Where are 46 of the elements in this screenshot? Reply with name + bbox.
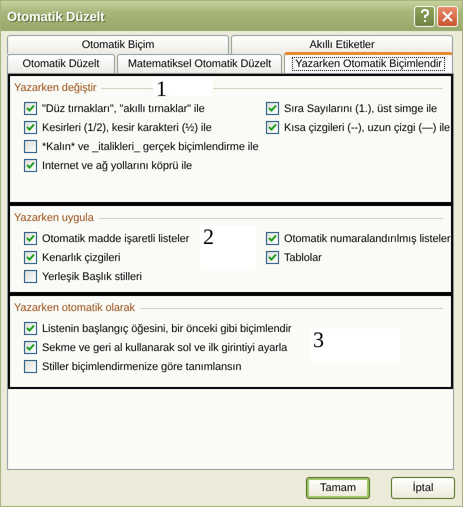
checkbox-label: "Düz tırnakları", "akıllı tırnaklar" ile — [42, 102, 205, 114]
tab[interactable]: Matematiksel Otomatik Düzelt — [116, 54, 282, 73]
checkbox-label: Internet ve ağ yollarını köprü ile — [42, 160, 192, 172]
checkbox-label: Kesirleri (1/2), kesir karakteri (½) ile — [42, 122, 212, 134]
close-icon — [442, 10, 453, 22]
checkbox-label: Kenarlık çizgileri — [42, 252, 120, 264]
checkbox-label: Sekme ve geri al kullanarak sol ve ilk girintiyi ayarla — [42, 342, 288, 354]
checkbox[interactable] — [24, 102, 37, 115]
dialog-button[interactable]: Tamam — [306, 477, 370, 499]
checkbox-label: Otomatik madde işaretli listeler — [42, 232, 190, 244]
checkbox-label: Sıra Sayılarını (1.), üst simge ile — [284, 102, 437, 114]
checkbox-label: Stiller biçimlendirmenize göre tanımlansın — [42, 360, 242, 372]
annotation-number: 3 — [310, 329, 400, 363]
dialog-button[interactable]: İptal — [391, 477, 455, 499]
group-title: Yazarken otomatik olarak — [14, 302, 135, 314]
checkbox-label: Kısa çizgileri (--), uzun çizgi (—) ile — [284, 122, 450, 134]
checkbox[interactable] — [24, 270, 37, 283]
help-icon — [420, 9, 430, 23]
checkbox[interactable] — [24, 251, 37, 264]
checkbox-label: Yerleşik Başlık stilleri — [42, 270, 142, 282]
checkbox-label: Tablolar — [284, 252, 322, 264]
tab[interactable]: Otomatik Düzelt — [7, 54, 115, 73]
checkbox[interactable] — [24, 341, 37, 354]
checkbox[interactable] — [24, 121, 37, 134]
group-title: Yazarken uygula — [14, 212, 94, 224]
checkbox[interactable] — [266, 121, 279, 134]
checkbox[interactable] — [24, 360, 37, 373]
checkbox[interactable] — [24, 232, 37, 245]
close-button[interactable] — [437, 6, 458, 26]
tab[interactable]: Akıllı Etiketler — [231, 35, 453, 54]
checkbox[interactable] — [24, 140, 37, 153]
tab[interactable]: Yazarken Otomatik Biçimlendir — [284, 52, 453, 73]
checkbox-label: *Kalın* ve _italikleri_ gerçek biçimlendirme ile — [42, 140, 259, 152]
annotation-number: 2 — [200, 226, 256, 269]
help-button[interactable] — [414, 6, 435, 26]
checkbox[interactable] — [266, 251, 279, 264]
window-title: Otomatik Düzelt — [7, 8, 106, 24]
group-title: Yazarken değiştir — [14, 82, 96, 94]
checkbox-label: Listenin başlangıç öğesini, bir önceki gibi biçimlendir — [42, 322, 292, 334]
checkbox[interactable] — [266, 102, 279, 115]
checkbox[interactable] — [24, 322, 37, 335]
annotation-number: 1 — [153, 78, 213, 96]
checkbox[interactable] — [266, 232, 279, 245]
checkbox[interactable] — [24, 159, 37, 172]
checkbox-label: Otomatik numaralandırılmış listeler — [284, 232, 450, 244]
tab[interactable]: Otomatik Biçim — [7, 35, 229, 54]
